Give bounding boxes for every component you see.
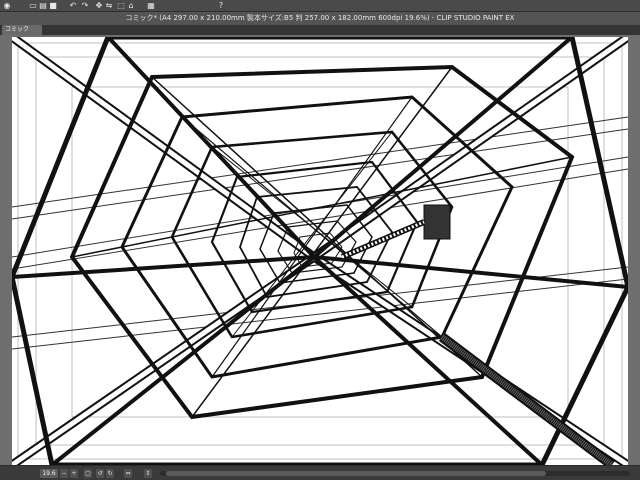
lasso-icon[interactable]: ⌂	[126, 1, 136, 11]
document-tab[interactable]: コミック	[2, 25, 42, 35]
fit-page-icon[interactable]: ▢	[84, 469, 92, 478]
zoom-level[interactable]: 19.6	[40, 469, 58, 478]
command-bar: ◉ ▭ ▤ ■ ↶ ↷ ✥ ⇋ ⬚ ⌂ ▦ ?	[0, 0, 640, 12]
canvas-page[interactable]	[12, 37, 628, 465]
status-bar: 19.6 − + ▢ ↺ ↻ ⇔ ⇕	[0, 465, 640, 480]
zoom-in-icon[interactable]: +	[70, 469, 78, 478]
flip-icon[interactable]: ⇋	[104, 1, 114, 11]
window-title: コミック* (A4 297.00 x 210.00mm 製本サイズ:B5 判 2…	[0, 12, 640, 25]
horizontal-scrollbar[interactable]	[160, 471, 630, 476]
flip-horizontal-icon[interactable]: ⇔	[124, 469, 132, 478]
fill-icon[interactable]: ▦	[146, 1, 156, 11]
scrollbar-thumb[interactable]	[166, 471, 546, 476]
line-art-illustration	[12, 37, 628, 465]
document-tab-label: コミック	[5, 26, 30, 33]
help-icon[interactable]: ?	[216, 1, 226, 11]
flip-vertical-icon[interactable]: ⇕	[144, 469, 152, 478]
rotate-right-icon[interactable]: ↻	[106, 469, 114, 478]
rotate-left-icon[interactable]: ↺	[96, 469, 104, 478]
document-tab-strip: コミック	[0, 25, 640, 35]
zoom-out-icon[interactable]: −	[60, 469, 68, 478]
open-file-icon[interactable]: ▤	[38, 1, 48, 11]
pan-icon[interactable]: ✥	[94, 1, 104, 11]
undo-icon[interactable]: ↶	[68, 1, 78, 11]
new-file-icon[interactable]: ▭	[28, 1, 38, 11]
canvas-area[interactable]	[0, 35, 640, 465]
menu-icon[interactable]: ◉	[2, 1, 12, 11]
transform-icon[interactable]: ⬚	[116, 1, 126, 11]
redo-icon[interactable]: ↷	[80, 1, 90, 11]
save-icon[interactable]: ■	[48, 1, 58, 11]
